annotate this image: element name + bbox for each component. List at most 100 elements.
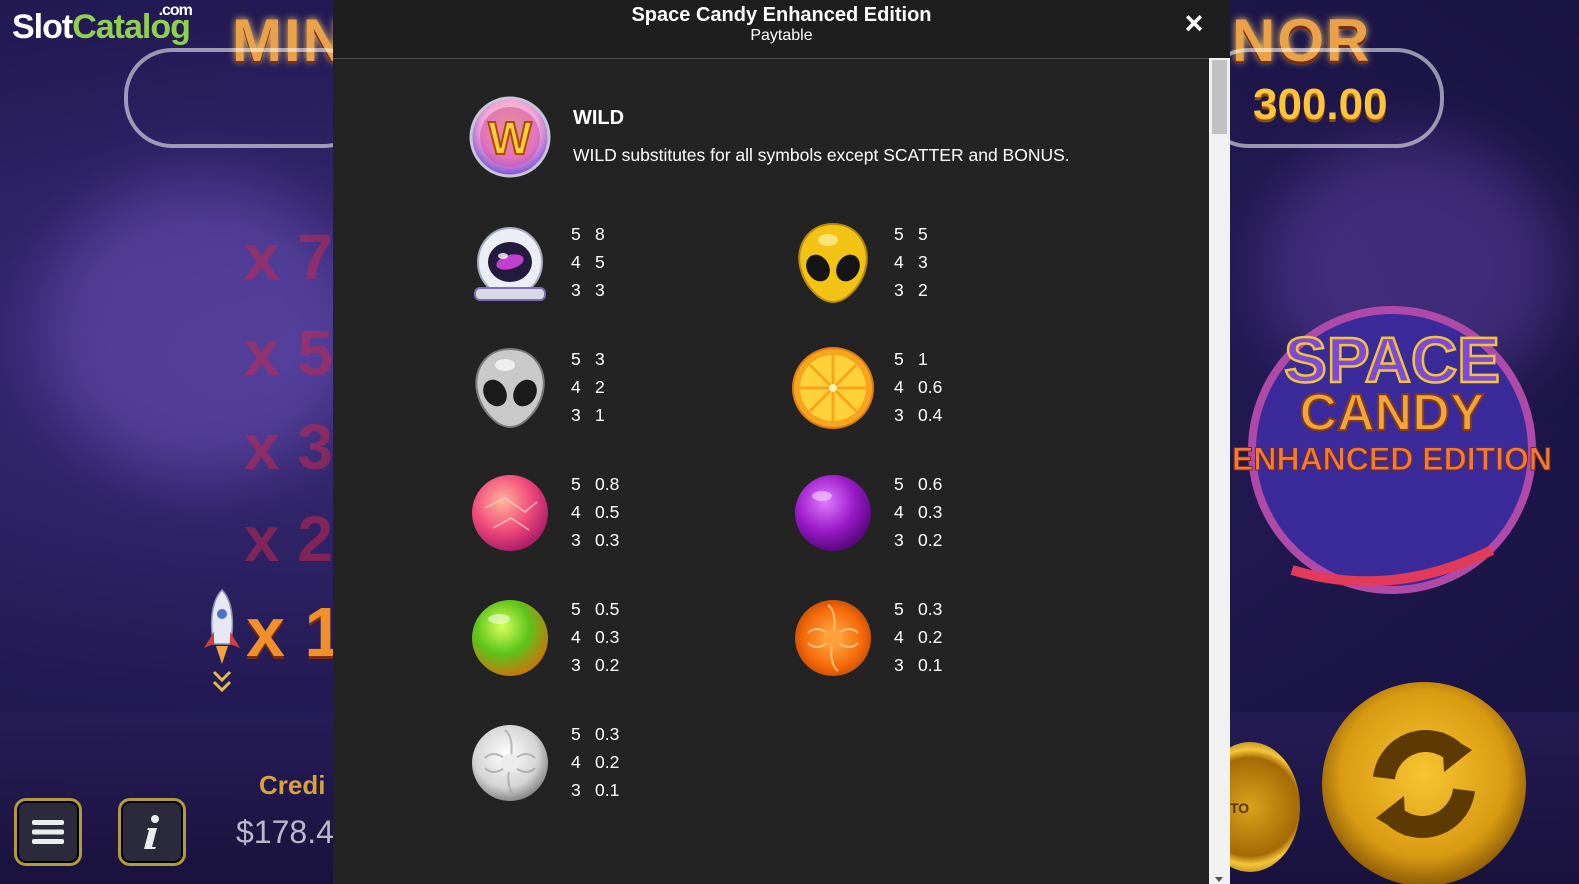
- astronaut-helmet-icon: [474, 227, 546, 301]
- pay-count: 4: [894, 377, 904, 397]
- white-swirl-candy-icon: [472, 725, 548, 801]
- pay-count: 3: [571, 655, 581, 675]
- pay-row: 45: [571, 248, 605, 276]
- jackpot-amount: 300.00: [1253, 80, 1388, 129]
- info-button[interactable]: [118, 798, 186, 866]
- autoplay-label: TO: [1230, 800, 1250, 816]
- pay-value: 2: [918, 280, 928, 300]
- orange-swirl-candy-icon: [795, 600, 871, 676]
- pay-row: 4 0.5: [571, 498, 619, 526]
- wild-letter: W: [488, 112, 532, 164]
- pay-value: 0.2: [918, 627, 943, 647]
- pay-count: 5: [571, 474, 581, 494]
- pay-row: 33: [571, 276, 605, 304]
- pay-row: 3 0.1: [894, 651, 942, 679]
- scroll-down-arrow-icon[interactable]: [1215, 877, 1223, 882]
- pay-count: 4: [894, 627, 904, 647]
- multiplier-label: x 2: [244, 503, 333, 575]
- credit-value: $178.4: [236, 814, 334, 850]
- pay-row: 4 0.3: [571, 623, 619, 651]
- pay-row: 5 0.5: [571, 595, 619, 623]
- pay-value: 2: [595, 377, 605, 397]
- pay-row: 3 0.3: [571, 526, 619, 554]
- paytable-symbol: 5 0.5 4 0.3 3 0.2: [465, 593, 805, 683]
- pay-list: 5 0.3 4 0.2 3 0.1: [571, 720, 619, 804]
- pay-list: 5 0.8 4 0.5 3 0.3: [571, 470, 619, 554]
- paytable-symbol: 53 42 31: [465, 343, 805, 433]
- pay-count: 3: [894, 655, 904, 675]
- paytable-symbol: 5 0.6 4 0.3 3 0.2: [788, 468, 1128, 558]
- pay-row: 5 0.3: [894, 595, 942, 623]
- pay-row: 5 0.3: [571, 720, 619, 748]
- pay-value: 0.3: [918, 502, 943, 522]
- pay-count: 5: [894, 349, 904, 369]
- paytable-title: Space Candy Enhanced Edition: [631, 4, 932, 26]
- pay-row: 51: [894, 345, 942, 373]
- pay-count: 3: [571, 280, 581, 300]
- hamburger-icon: [32, 820, 64, 844]
- pay-list: 58 45 33: [571, 220, 605, 304]
- pay-value: 0.6: [918, 377, 943, 397]
- pay-count: 4: [894, 252, 904, 272]
- pay-count: 4: [571, 252, 581, 272]
- info-icon: [144, 815, 159, 849]
- pay-value: 8: [595, 224, 605, 244]
- pay-count: 3: [571, 780, 581, 800]
- close-button[interactable]: ×: [1179, 7, 1209, 39]
- pay-row: 3 0.1: [571, 776, 619, 804]
- pay-count: 3: [894, 280, 904, 300]
- pay-value: 0.1: [595, 780, 620, 800]
- menu-button[interactable]: [14, 798, 82, 866]
- rocket-icon: [204, 588, 240, 693]
- paytable-symbol: 55 43 32: [788, 218, 1128, 308]
- pay-count: 5: [894, 599, 904, 619]
- pay-value: 5: [595, 252, 605, 272]
- pay-value: 0.2: [918, 530, 943, 550]
- citrus-candy-icon: [792, 347, 874, 429]
- paytable-header: Space Candy Enhanced Edition Paytable ×: [333, 0, 1230, 59]
- credit-label: Credi: [259, 770, 326, 800]
- pay-row: 42: [571, 373, 605, 401]
- wild-symbol-icon: W: [469, 96, 551, 178]
- pay-list: 5 0.5 4 0.3 3 0.2: [571, 595, 619, 679]
- logo-text: ENHANCED EDITION: [1232, 441, 1552, 477]
- game-screen: SlotCatalog .com MIN x 7 x 5 x 3 x 2 x 1…: [0, 0, 1579, 884]
- pay-value: 0.4: [918, 405, 943, 425]
- multiplier-label: x 3: [244, 411, 333, 483]
- pay-count: 5: [571, 349, 581, 369]
- logo-text: CANDY: [1300, 384, 1485, 442]
- active-multiplier: x 1: [246, 593, 344, 671]
- pay-value: 0.2: [595, 752, 620, 772]
- pay-row: 3 0.2: [571, 651, 619, 679]
- pay-row: 31: [571, 401, 605, 429]
- pay-count: 4: [571, 627, 581, 647]
- pay-value: 1: [595, 405, 605, 425]
- pay-value: 0.8: [595, 474, 620, 494]
- pay-count: 5: [571, 599, 581, 619]
- wild-description: WILD substitutes for all symbols except …: [573, 145, 1070, 165]
- pay-value: 0.5: [595, 502, 620, 522]
- paytable-scrollbar[interactable]: [1209, 58, 1230, 884]
- paytable-symbol: 58 45 33: [465, 218, 805, 308]
- pay-value: 3: [595, 349, 605, 369]
- paytable-symbol: 5 0.8 4 0.5 3 0.3: [465, 468, 805, 558]
- pay-row: 55: [894, 220, 928, 248]
- green-candy-icon: [472, 600, 548, 676]
- space-candy-logo: SPACE CANDY ENHANCED EDITION: [1232, 306, 1553, 594]
- pay-row: 5 0.8: [571, 470, 619, 498]
- pay-count: 5: [571, 724, 581, 744]
- paytable-symbol: 5 0.3 4 0.2 3 0.1: [465, 718, 805, 808]
- yellow-alien-icon: [798, 222, 868, 304]
- scrollbar-thumb[interactable]: [1212, 60, 1227, 134]
- multiplier-label: x 5: [244, 317, 333, 389]
- pay-row: 58: [571, 220, 605, 248]
- pay-value: 0.3: [595, 627, 620, 647]
- spin-button[interactable]: [1322, 682, 1526, 884]
- pay-count: 3: [894, 530, 904, 550]
- watermark-suffix: .com: [158, 2, 193, 19]
- paytable-symbol: 51 4 0.6 3 0.4: [788, 343, 1128, 433]
- slotcatalog-watermark: SlotCatalog .com: [12, 2, 193, 47]
- pay-value: 0.2: [595, 655, 620, 675]
- pay-value: 5: [918, 224, 928, 244]
- pay-value: 0.3: [918, 599, 943, 619]
